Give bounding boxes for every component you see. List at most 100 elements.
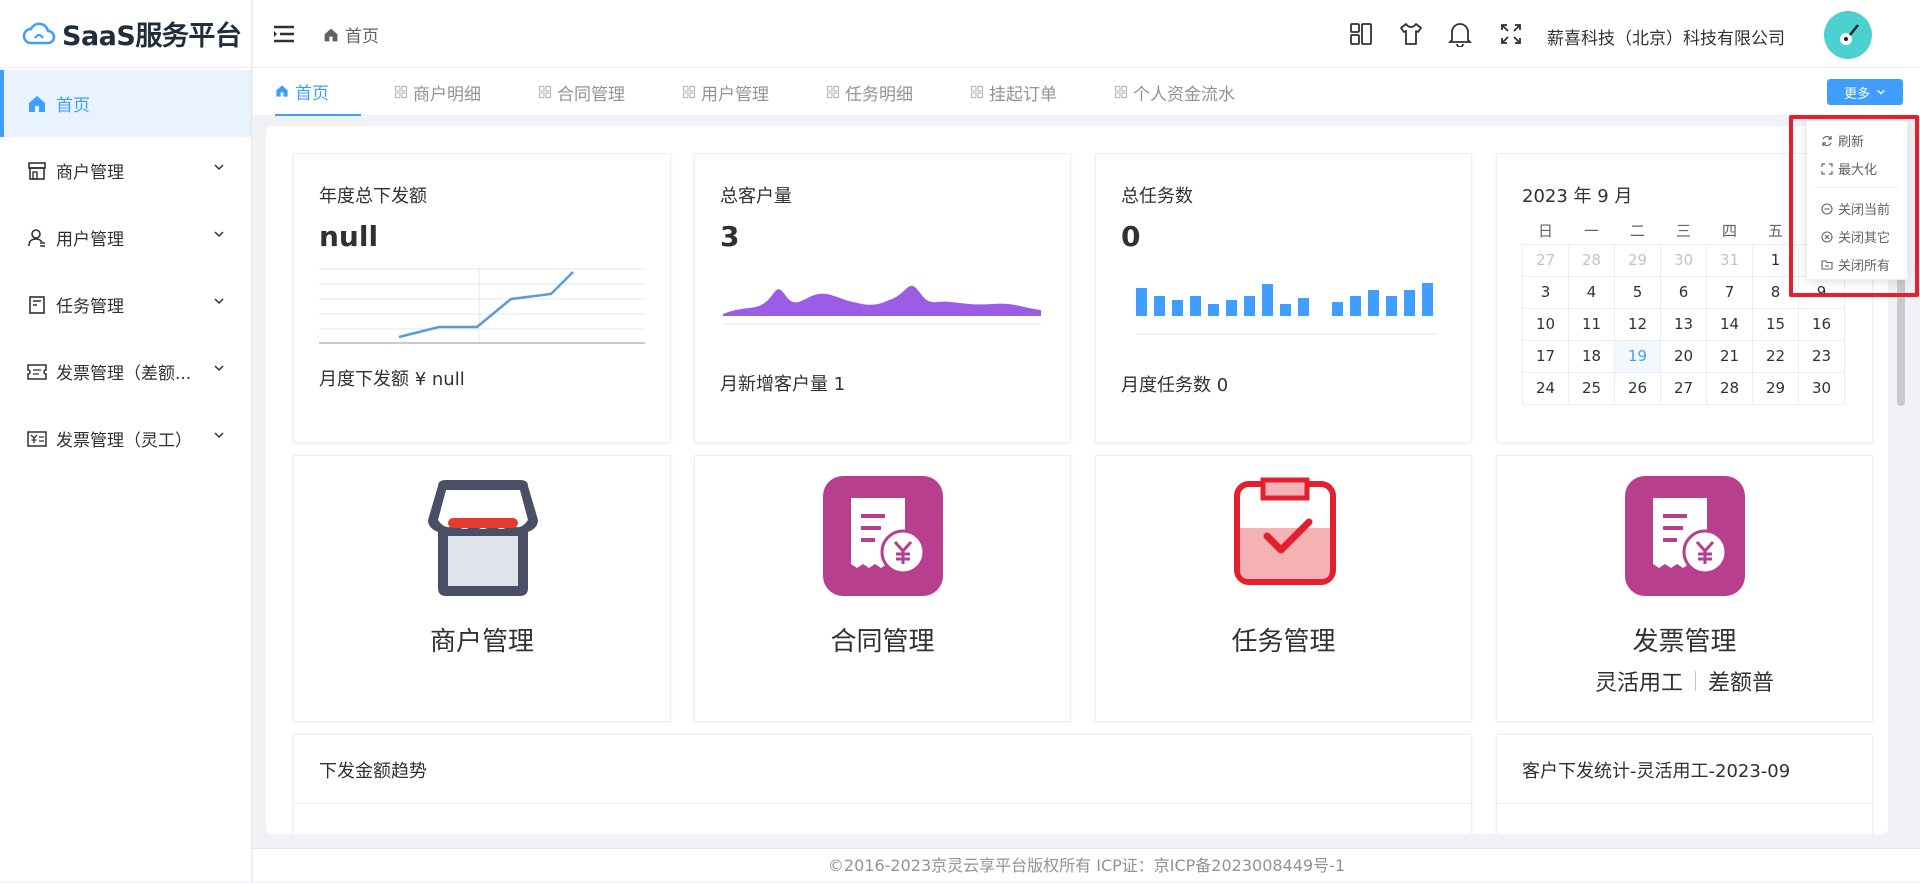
tab-fund-flow[interactable]: 个人资金流水 [1115,68,1235,116]
stat-value: null [319,220,379,253]
calendar-day[interactable]: 27 [1660,371,1707,405]
calendar-day[interactable]: 6 [1660,275,1707,309]
calendar-day[interactable]: 24 [1522,371,1569,405]
hamburger-icon[interactable] [273,24,295,44]
sidebar-item-invoice-diff[interactable]: 发票管理（差额... [0,338,251,405]
stat-value: 0 [1121,220,1141,253]
quick-card-label: 发票管理 [1632,627,1737,657]
sidebar-item-label: 商户管理 [56,163,124,183]
calendar-day[interactable]: 23 [1798,339,1845,373]
chevron-down-icon [214,298,224,305]
calendar-day[interactable]: 26 [1614,371,1661,405]
logo[interactable]: SaaS服务平台 [0,0,251,68]
calendar-day[interactable]: 10 [1522,307,1569,341]
sidebar-item-user[interactable]: 用户管理 [0,204,251,271]
calendar-day[interactable]: 30 [1798,371,1845,405]
calendar-day[interactable]: 20 [1660,339,1707,373]
calendar-day[interactable]: 28 [1568,243,1615,277]
tab-user[interactable]: 用户管理 [683,68,769,116]
home-icon [324,28,338,41]
divider [1695,671,1696,691]
calendar-day[interactable]: 15 [1752,307,1799,341]
layout-icon[interactable] [1349,22,1373,46]
trend-title: 下发金额趋势 [319,761,427,782]
tab-label: 挂起订单 [989,84,1057,105]
grid-icon [539,86,551,98]
grid-icon [683,86,695,98]
calendar-day[interactable]: 16 [1798,307,1845,341]
sidebar-item-merchant[interactable]: 商户管理 [0,137,251,204]
sidebar-item-label: 用户管理 [56,230,124,250]
chevron-down-icon [214,164,224,171]
stat-value: 3 [720,220,740,253]
customer-stat-card: 客户下发统计-灵活用工-2023-09 [1496,734,1873,834]
tab-contract[interactable]: 合同管理 [539,68,625,116]
more-button[interactable]: 更多 [1827,79,1903,105]
bell-icon[interactable] [1448,21,1472,47]
avatar[interactable] [1824,11,1872,59]
quick-card-merchant[interactable]: 商户管理 [293,455,671,722]
weekday: 一 [1583,222,1599,241]
calendar-day[interactable]: 25 [1568,371,1615,405]
user-icon [26,227,48,249]
calendar-day[interactable]: 11 [1568,307,1615,341]
highlight-box [1789,115,1919,297]
calendar-day[interactable]: 29 [1752,371,1799,405]
cloud-logo-icon [22,22,56,44]
calendar-day[interactable]: 22 [1752,339,1799,373]
tab-bar: 首页 商户明细 合同管理 用户管理 任务明细 挂起订单 个人资金流水 [253,68,1920,116]
sidebar-item-home[interactable]: 首页 [0,70,251,137]
tab-label: 任务明细 [845,84,913,105]
calendar-day[interactable]: 17 [1522,339,1569,373]
stat-title: 总客户量 [720,186,792,207]
customer-stat-title: 客户下发统计-灵活用工-2023-09 [1522,761,1791,782]
calendar-day[interactable]: 31 [1706,243,1753,277]
calendar-day[interactable]: 3 [1522,275,1569,309]
weekday: 三 [1675,222,1691,241]
quick-card-contract[interactable]: 合同管理 [694,455,1071,722]
stat-card-tasks: 总任务数 0 月度任务数 0 [1095,153,1472,443]
company-name[interactable]: 薪喜科技（北京）科技有限公司 [1547,24,1785,49]
tab-merchant-detail[interactable]: 商户明细 [395,68,481,116]
receipt-yen-icon [1625,476,1745,596]
calendar-day-today[interactable]: 19 [1614,339,1661,373]
fullscreen-icon[interactable] [1500,23,1522,45]
calendar-day[interactable]: 14 [1706,307,1753,341]
shirt-icon[interactable] [1398,21,1424,47]
grid-icon [827,86,839,98]
weekday: 四 [1721,222,1737,241]
app-title: SaaS服务平台 [62,21,242,52]
breadcrumb[interactable]: 首页 [323,22,379,47]
calendar-day[interactable]: 4 [1568,275,1615,309]
invoice-link-flex[interactable]: 灵活用工 [1595,665,1683,697]
calendar-day[interactable]: 30 [1660,243,1707,277]
footer: ©2016-2023京灵云享平台版权所有 ICP证：京ICP备202300844… [253,848,1920,882]
calendar-day[interactable]: 21 [1706,339,1753,373]
chevron-down-icon [1877,89,1885,95]
invoice-yen-icon [26,428,48,450]
calendar-day[interactable]: 7 [1706,275,1753,309]
weekday: 日 [1537,222,1553,241]
invoice-link-diff[interactable]: 差额普 [1708,665,1774,697]
sidebar-item-task[interactable]: 任务管理 [0,271,251,338]
tab-home[interactable]: 首页 [275,68,361,116]
sidebar-item-invoice-flex[interactable]: 发票管理（灵工） [0,405,251,472]
store-icon [428,480,538,596]
calendar-day[interactable]: 5 [1614,275,1661,309]
calendar-day[interactable]: 12 [1614,307,1661,341]
home-icon [275,84,289,98]
dashboard-content: 年度总下发额 null 月度下发额 ¥ null 总客户量 3 月新增客户量 1… [266,126,1888,834]
quick-card-invoice[interactable]: 发票管理 灵活用工 差额普 [1496,455,1873,722]
store-icon [26,160,48,182]
weekday: 二 [1629,222,1645,241]
quick-card-task[interactable]: 任务管理 [1095,455,1472,722]
tab-label: 用户管理 [701,84,769,105]
tab-suspended-orders[interactable]: 挂起订单 [971,68,1057,116]
calendar-day[interactable]: 28 [1706,371,1753,405]
tab-task-detail[interactable]: 任务明细 [827,68,913,116]
calendar-day[interactable]: 29 [1614,243,1661,277]
copyright-text: ©2016-2023京灵云享平台版权所有 ICP证：京ICP备202300844… [827,856,1346,875]
calendar-day[interactable]: 18 [1568,339,1615,373]
calendar-day[interactable]: 27 [1522,243,1569,277]
calendar-day[interactable]: 13 [1660,307,1707,341]
